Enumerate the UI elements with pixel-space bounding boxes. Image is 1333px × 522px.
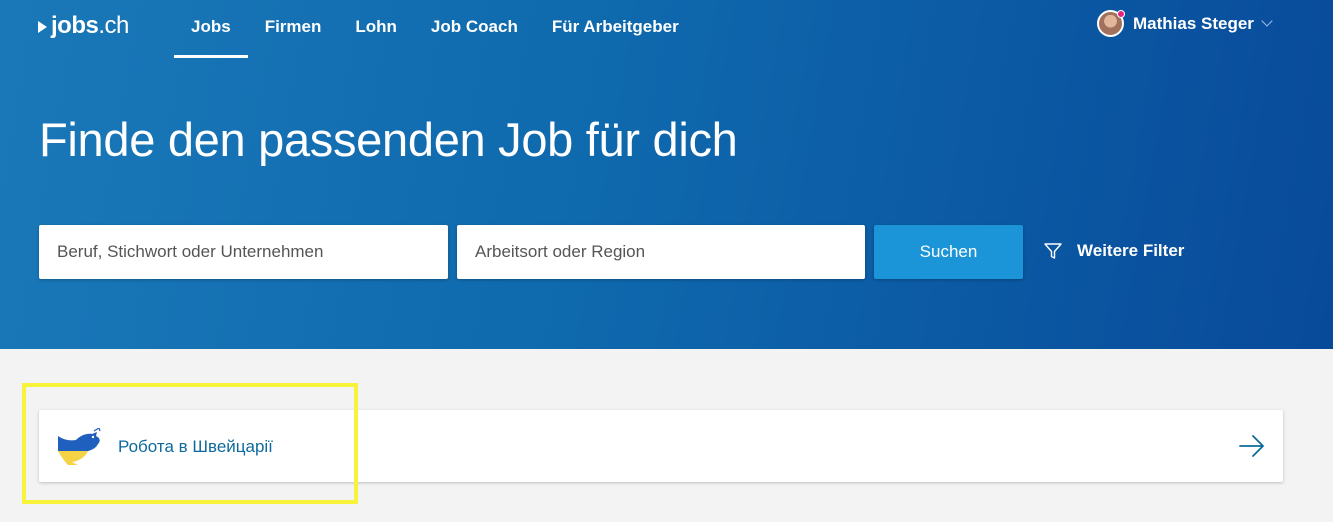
main-nav: Jobs Firmen Lohn Job Coach Für Arbeitgeb… — [174, 0, 696, 58]
banner-label: Робота в Швейцарії — [118, 437, 273, 456]
avatar — [1097, 10, 1125, 37]
keyword-search-input[interactable] — [39, 225, 448, 279]
more-filters-label: Weitere Filter — [1077, 241, 1185, 260]
notification-dot — [1117, 10, 1125, 18]
arrow-right-icon — [1239, 435, 1264, 457]
play-icon — [38, 21, 47, 33]
user-menu[interactable]: Mathias Steger — [1097, 10, 1273, 37]
nav-firmen[interactable]: Firmen — [248, 0, 339, 58]
page-title: Finde den passenden Job für dich — [39, 113, 738, 166]
filter-icon — [1044, 243, 1062, 259]
search-button[interactable]: Suchen — [874, 225, 1023, 279]
hero-section: jobs.ch Jobs Firmen Lohn Job Coach Für A… — [0, 0, 1333, 349]
nav-fuer-arbeitgeber[interactable]: Für Arbeitgeber — [535, 0, 696, 58]
chevron-down-icon — [1261, 14, 1273, 27]
dove-icon — [58, 428, 101, 465]
user-name: Mathias Steger — [1133, 13, 1254, 33]
nav-lohn[interactable]: Lohn — [338, 0, 414, 58]
logo-tld-text: .ch — [98, 12, 129, 39]
ukraine-jobs-banner[interactable]: Робота в Швейцарії — [39, 410, 1283, 482]
more-filters-button[interactable]: Weitere Filter — [1043, 241, 1184, 261]
logo-main-text: jobs — [51, 12, 99, 39]
nav-jobs[interactable]: Jobs — [174, 0, 248, 58]
jobs-ch-logo[interactable]: jobs.ch — [38, 12, 129, 40]
nav-job-coach[interactable]: Job Coach — [414, 0, 535, 58]
location-search-input[interactable] — [457, 225, 865, 279]
